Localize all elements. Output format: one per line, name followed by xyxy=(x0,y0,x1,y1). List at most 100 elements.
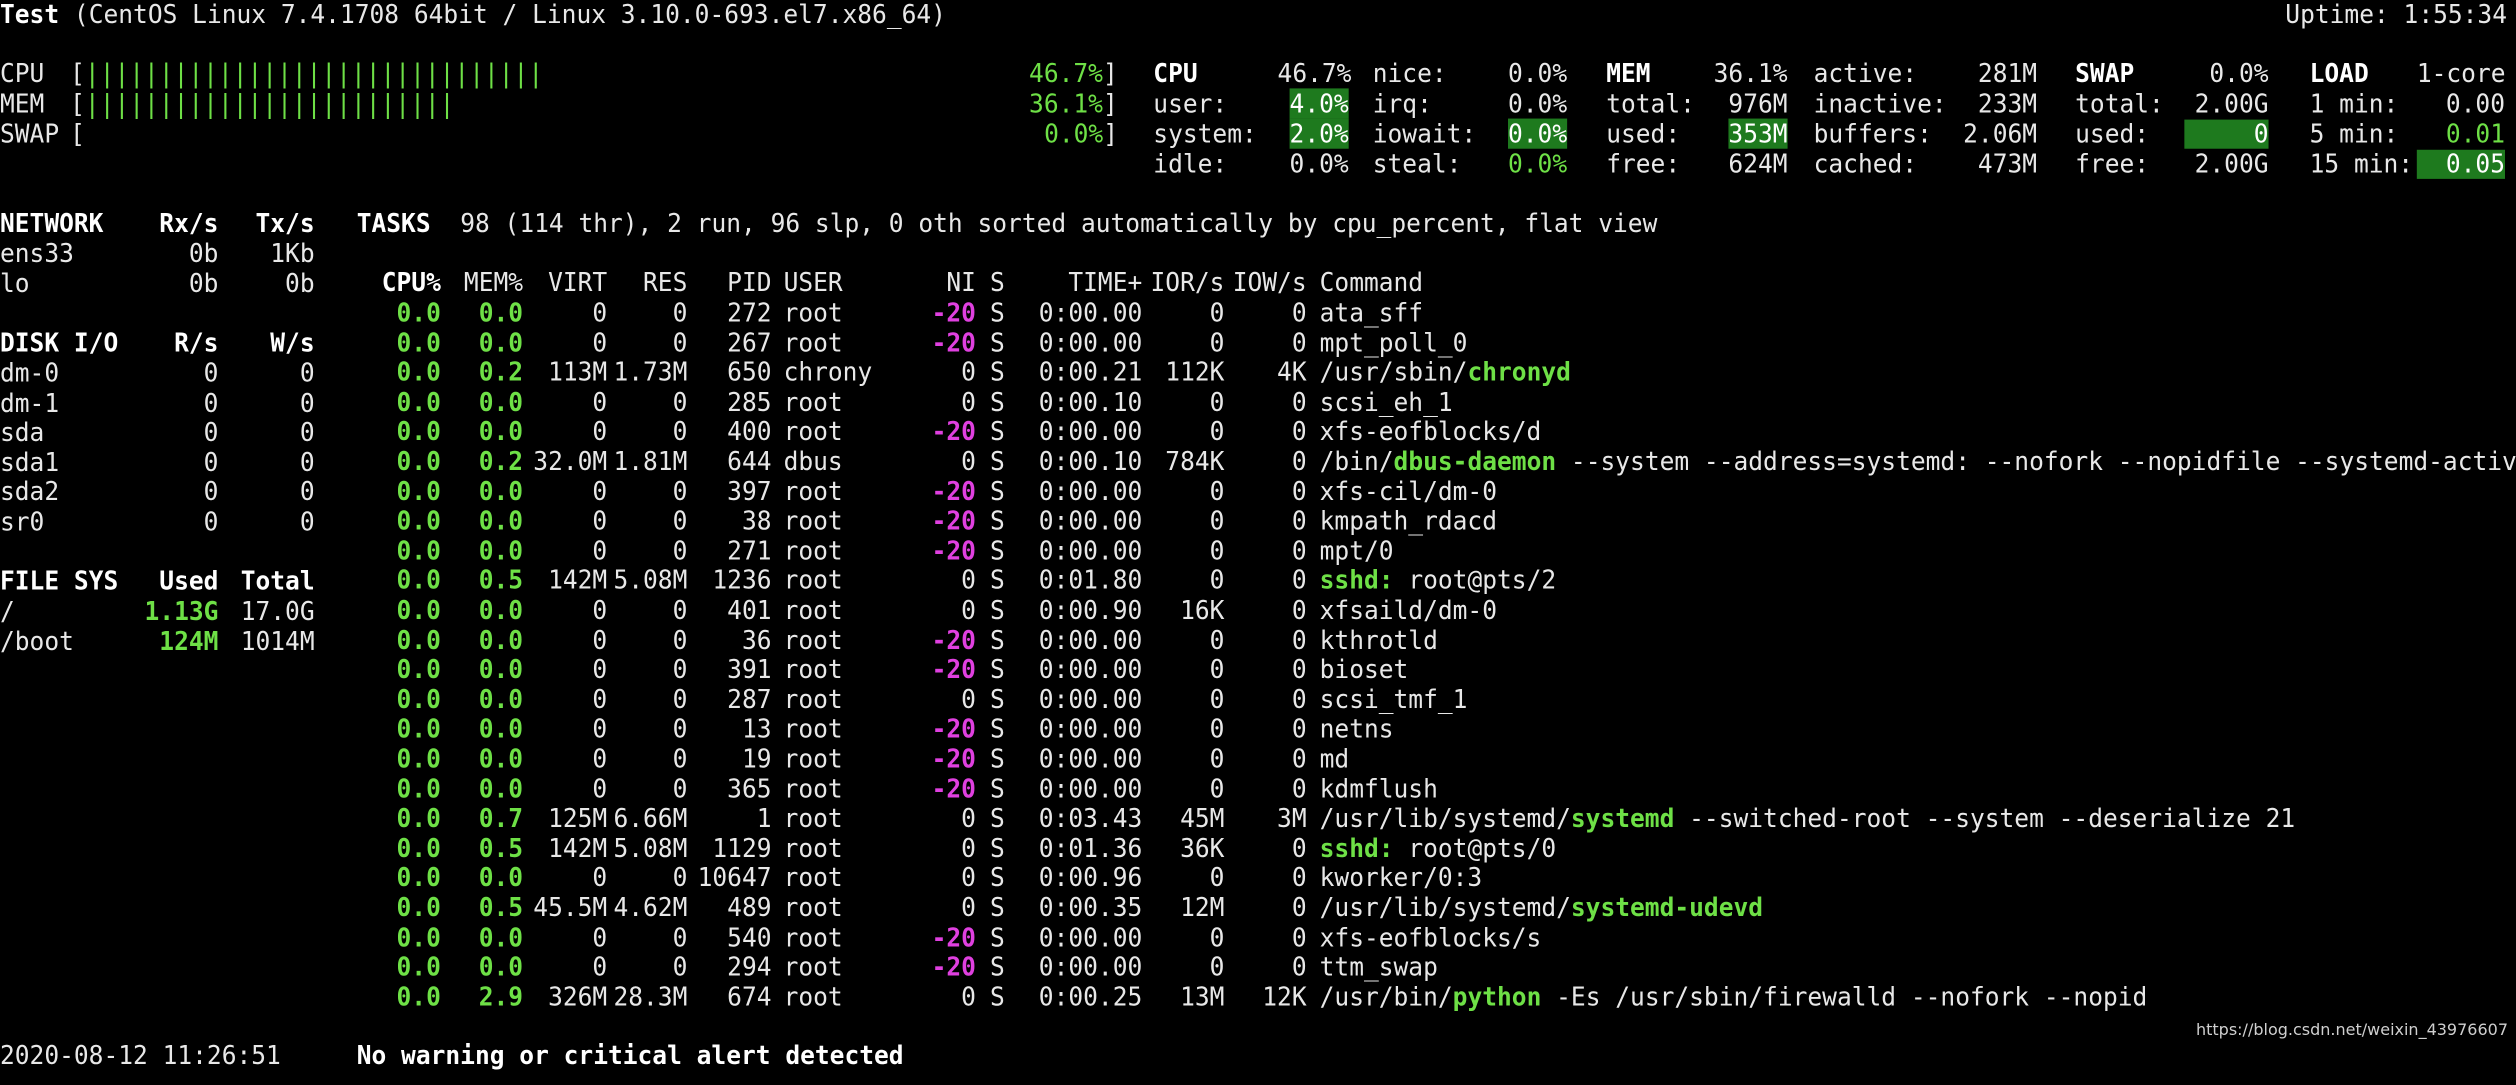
process-command: sshd: root@pts/0 xyxy=(1320,833,1557,863)
process-virt: 113M xyxy=(548,356,608,388)
process-time: 0:00.00 xyxy=(1038,535,1143,566)
process-cpu: 0.0 xyxy=(396,565,441,596)
cpu-idle-label: idle: xyxy=(1153,148,1228,179)
process-res: 0 xyxy=(672,594,688,626)
process-ni: 0 xyxy=(961,862,976,893)
process-time: 0:00.00 xyxy=(1038,327,1143,358)
process-command: kdmflush xyxy=(1320,774,1438,803)
column-header-mem: MEM% xyxy=(463,267,524,298)
process-cpu: 0.0 xyxy=(396,624,441,655)
cpu-steal-value: 0.0% xyxy=(1507,148,1568,179)
command-args: --system --address=systemd: --nofork --n… xyxy=(1556,446,2516,477)
process-ior: 12M xyxy=(1180,892,1225,923)
process-user: root xyxy=(783,386,843,417)
process-user: root xyxy=(783,862,843,893)
process-iow: 0 xyxy=(1291,713,1307,745)
process-ior: 13M xyxy=(1180,981,1225,1012)
process-virt: 0 xyxy=(592,773,608,804)
command-name: systemd-udevd xyxy=(1570,892,1764,923)
cpu-system-value: 2.0% xyxy=(1289,118,1349,149)
process-mem: 0.0 xyxy=(478,386,524,417)
process-ior: 0 xyxy=(1209,684,1225,715)
process-cpu: 0.0 xyxy=(396,892,441,923)
process-cpu: 0.0 xyxy=(396,356,441,388)
process-s: S xyxy=(989,505,1005,536)
process-virt: 0 xyxy=(592,475,608,507)
process-command: /usr/lib/systemd/systemd-udevd xyxy=(1320,893,1763,922)
process-iow: 0 xyxy=(1291,892,1307,923)
swap-free-value: 2.00G xyxy=(2194,148,2269,179)
process-user: dbus xyxy=(783,446,843,477)
command-name: kthrotld xyxy=(1319,624,1438,655)
process-time: 0:00.90 xyxy=(1038,594,1143,626)
process-cpu: 0.0 xyxy=(396,505,441,536)
process-user: root xyxy=(783,475,843,507)
swap-total-label: total: xyxy=(2075,88,2164,119)
process-mem: 0.2 xyxy=(478,356,524,388)
process-pid: 10647 xyxy=(697,862,772,893)
network-tx-value: 1Kb xyxy=(270,238,315,269)
column-header-pid: PID xyxy=(727,267,772,298)
process-pid: 272 xyxy=(727,297,772,328)
process-ni: 0 xyxy=(961,565,976,596)
cpu-nice-label: nice: xyxy=(1372,58,1447,89)
process-ni: -20 xyxy=(931,505,976,536)
cpu-irq-label: irq: xyxy=(1372,88,1432,119)
process-virt: 142M xyxy=(548,832,608,863)
process-s: S xyxy=(989,803,1005,834)
process-time: 0:00.00 xyxy=(1038,654,1143,685)
header-line: Test (CentOS Linux 7.4.1708 64bit / Linu… xyxy=(0,0,946,29)
process-iow: 12K xyxy=(1262,981,1307,1012)
command-name: kworker/0:3 xyxy=(1319,862,1483,893)
process-virt: 0 xyxy=(592,327,608,358)
process-virt: 0 xyxy=(592,951,608,982)
process-time: 0:00.00 xyxy=(1038,684,1143,715)
watermark: https://blog.csdn.net/weixin_43976607 xyxy=(2195,1020,2508,1039)
process-time: 0:00.00 xyxy=(1038,416,1143,447)
process-s: S xyxy=(989,565,1005,596)
process-s: S xyxy=(989,416,1005,447)
quicklook-cpu-value: 46.7%] xyxy=(1029,58,1118,89)
process-pid: 540 xyxy=(727,922,772,953)
process-res: 0 xyxy=(672,922,688,953)
process-iow: 3M xyxy=(1277,803,1307,834)
diskio-device-name: dm-0 xyxy=(0,357,60,388)
mem-used-value: 353M xyxy=(1728,118,1788,149)
process-s: S xyxy=(989,981,1005,1012)
column-header-ior: IOR/s xyxy=(1150,267,1225,298)
column-header-ni: NI xyxy=(946,267,976,298)
process-cpu: 0.0 xyxy=(396,922,441,953)
process-ior: 16K xyxy=(1180,594,1225,626)
column-header-virt: VIRT xyxy=(548,267,608,298)
process-s: S xyxy=(989,832,1005,863)
process-ior: 0 xyxy=(1209,386,1225,417)
process-user: root xyxy=(783,624,843,655)
load-15min-label: 15 min: xyxy=(2309,148,2414,179)
process-pid: 401 xyxy=(727,594,772,626)
mem-active-value: 281M xyxy=(1977,58,2038,89)
process-iow: 0 xyxy=(1291,624,1307,655)
cpu-irq-value: 0.0% xyxy=(1507,88,1568,119)
process-cpu: 0.0 xyxy=(396,684,441,715)
process-pid: 19 xyxy=(741,743,772,774)
process-ior: 36K xyxy=(1180,832,1225,863)
command-name: xfsaild/dm-0 xyxy=(1319,594,1498,626)
diskio-write-value: 0 xyxy=(299,476,315,507)
process-time: 0:00.00 xyxy=(1038,713,1143,745)
process-iow: 0 xyxy=(1291,297,1307,328)
command-name: kdmflush xyxy=(1319,773,1438,804)
command-path: /usr/bin/ xyxy=(1319,981,1453,1012)
process-user: root xyxy=(783,684,843,715)
process-res: 0 xyxy=(672,327,688,358)
command-name: python xyxy=(1452,981,1542,1012)
process-iow: 0 xyxy=(1291,475,1307,507)
process-iow: 0 xyxy=(1291,951,1307,982)
process-user: root xyxy=(783,743,843,774)
process-time: 0:00.00 xyxy=(1038,922,1143,953)
diskio-device-name: sda2 xyxy=(0,476,60,507)
process-mem: 0.0 xyxy=(478,416,524,447)
process-iow: 0 xyxy=(1291,594,1307,626)
process-res: 28.3M xyxy=(613,981,688,1012)
process-iow: 0 xyxy=(1291,416,1307,447)
swap-title: SWAP xyxy=(2075,58,2135,89)
